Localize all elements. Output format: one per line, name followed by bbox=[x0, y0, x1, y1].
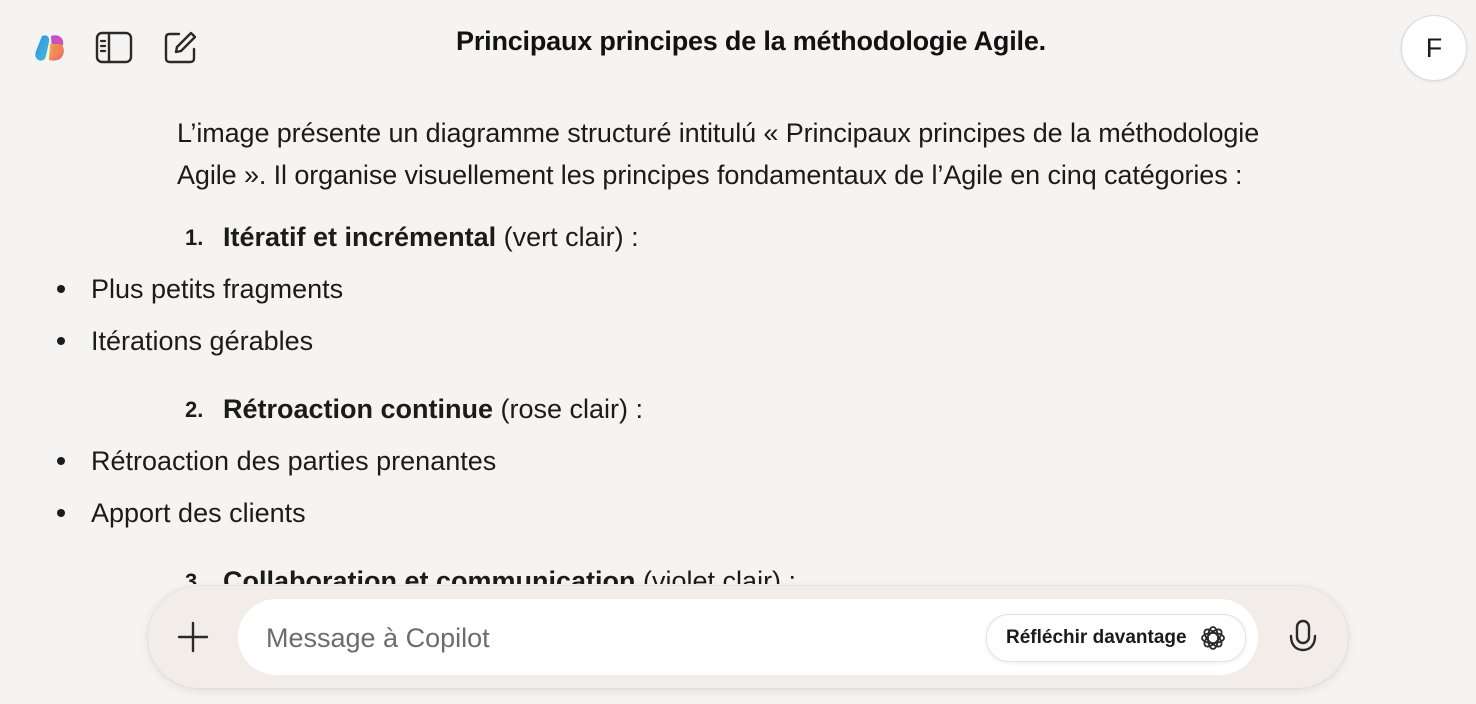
list-item-text: Plus petits fragments bbox=[91, 274, 344, 304]
top-bar: Principaux principes de la méthodologie … bbox=[0, 0, 1476, 90]
microphone-button[interactable] bbox=[1282, 616, 1324, 658]
list-item-text: Apport des clients bbox=[91, 498, 306, 528]
message-input[interactable] bbox=[264, 617, 968, 659]
category-number: 2. bbox=[185, 397, 204, 422]
category-number: 3. bbox=[185, 569, 204, 584]
category-title: Itératif et incrémental bbox=[223, 222, 497, 252]
category-heading: Rétroaction continue (rose clair) : bbox=[223, 389, 643, 429]
category-heading: Collaboration et communication (violet c… bbox=[223, 561, 796, 584]
copilot-logo-icon[interactable] bbox=[32, 30, 68, 66]
add-attachment-button[interactable] bbox=[172, 616, 214, 658]
new-chat-icon bbox=[164, 31, 197, 64]
think-deeper-button[interactable]: Réfléchir davantage bbox=[986, 614, 1246, 662]
bullet-dot bbox=[57, 509, 65, 517]
think-deeper-icon bbox=[1201, 626, 1225, 650]
category-color-note: (vert clair) : bbox=[496, 222, 639, 252]
new-chat-button[interactable] bbox=[160, 28, 200, 68]
category-title: Rétroaction continue bbox=[223, 394, 494, 424]
sidebar-toggle-button[interactable] bbox=[94, 28, 134, 68]
list-item: Plus petits fragments bbox=[0, 269, 1100, 309]
category-color-note: (violet clair) : bbox=[635, 566, 797, 584]
category-heading: Itératif et incrémental (vert clair) : bbox=[223, 217, 639, 257]
bullet-dot bbox=[57, 337, 65, 345]
message-intro: L’image présente un diagramme structuré … bbox=[177, 118, 1260, 190]
user-avatar[interactable]: F bbox=[1401, 15, 1467, 81]
bullet-dot bbox=[57, 285, 65, 293]
list-item-text: Itérations gérables bbox=[91, 326, 314, 356]
bullet-dot bbox=[57, 457, 65, 465]
category-color-note: (rose clair) : bbox=[493, 394, 644, 424]
category-title: Collaboration et communication bbox=[223, 566, 636, 584]
plus-icon bbox=[177, 621, 209, 653]
message-input-container: Réfléchir davantage bbox=[238, 599, 1258, 675]
list-item-text: Rétroaction des parties prenantes bbox=[91, 446, 497, 476]
assistant-message: L’image présente un diagramme structuré … bbox=[0, 90, 1476, 584]
category-number: 1. bbox=[185, 225, 204, 250]
sidebar-toggle-icon bbox=[95, 31, 133, 64]
think-deeper-label: Réfléchir davantage bbox=[1006, 627, 1187, 648]
list-item: Itérations gérables bbox=[0, 321, 1100, 361]
microphone-icon bbox=[1289, 619, 1317, 652]
list-item: Apport des clients bbox=[0, 493, 1100, 533]
list-item: Rétroaction des parties prenantes bbox=[0, 441, 1100, 481]
message-composer: Réfléchir davantage bbox=[148, 586, 1348, 688]
conversation-title: Principaux principes de la méthodologie … bbox=[456, 26, 1046, 56]
